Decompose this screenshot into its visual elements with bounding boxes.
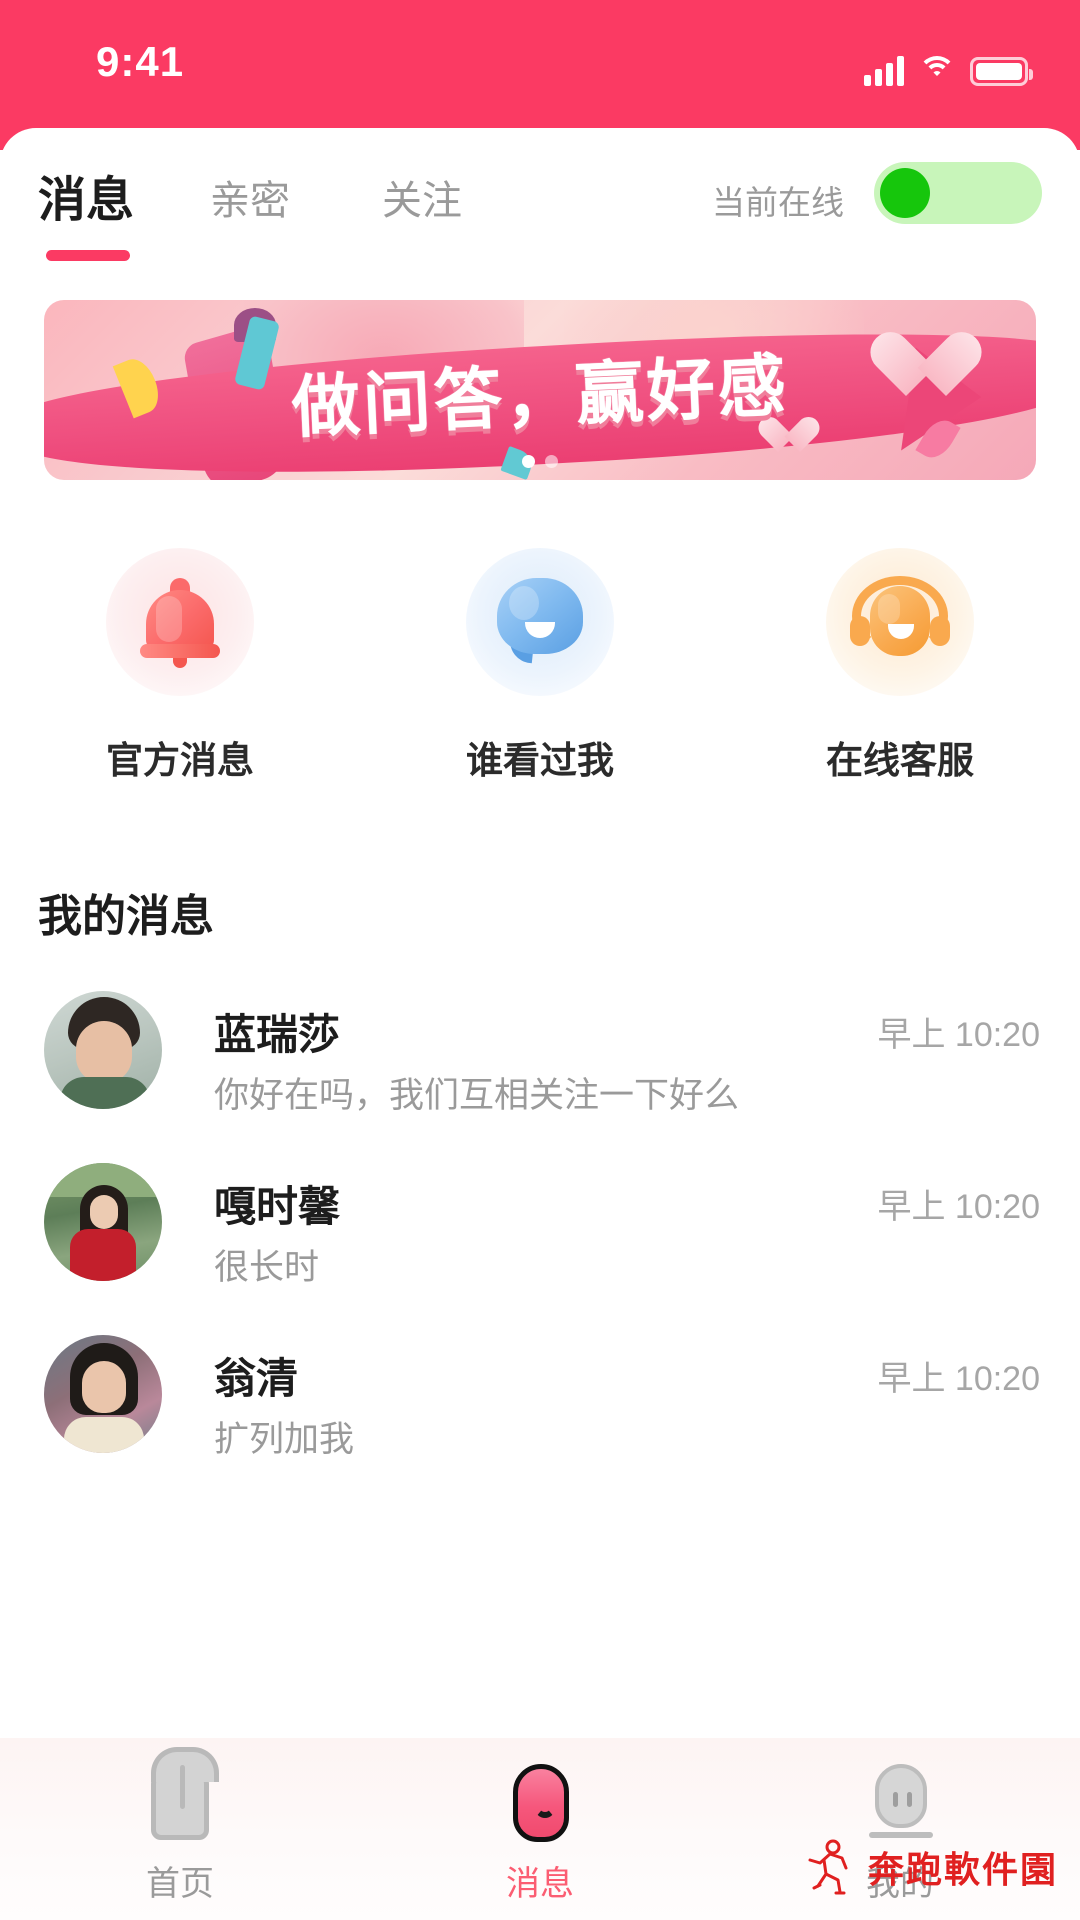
avatar[interactable] — [44, 1163, 162, 1281]
quick-entry-label: 谁看过我 — [466, 740, 614, 781]
battery-icon — [970, 57, 1033, 86]
list-item[interactable]: 嘎时馨 很长时 早上 10:20 — [0, 1147, 1080, 1319]
watermark: 奔跑軟件園 — [800, 1838, 1058, 1896]
quick-entry-label: 官方消息 — [106, 740, 254, 781]
quick-entry-row: 官方消息 谁看过我 在线客服 — [0, 548, 1080, 781]
page-title: 我的消息 — [38, 892, 214, 941]
banner-dot-active[interactable] — [522, 455, 535, 468]
chat-bubble-icon — [466, 548, 614, 696]
bell-icon — [106, 548, 254, 696]
message-list: 蓝瑞莎 你好在吗，我们互相关注一下好么 早上 10:20 嘎时馨 很长时 早上 … — [0, 975, 1080, 1491]
tab-following[interactable]: 关注 — [382, 168, 462, 226]
online-toggle-label: 当前在线 — [712, 184, 844, 221]
message-icon — [497, 1762, 583, 1848]
message-preview: 很长时 — [214, 1248, 320, 1287]
running-person-icon — [808, 1839, 848, 1895]
status-icons — [864, 42, 1033, 86]
tab-messages[interactable]: 消息 — [38, 160, 134, 230]
message-sender-name: 嘎时馨 — [214, 1183, 341, 1230]
headset-support-icon — [826, 548, 974, 696]
message-time: 早上 10:20 — [877, 1360, 1040, 1398]
banner-dot[interactable] — [545, 455, 558, 468]
list-item[interactable]: 翁清 扩列加我 早上 10:20 — [0, 1319, 1080, 1491]
profile-icon — [857, 1762, 943, 1848]
promo-banner[interactable]: 做问答，赢好感 — [44, 300, 1036, 480]
message-time: 早上 10:20 — [877, 1188, 1040, 1226]
tab-intimate[interactable]: 亲密 — [210, 168, 290, 226]
nav-item-home[interactable]: 首页 — [0, 1747, 360, 1905]
message-sender-name: 翁清 — [214, 1355, 299, 1402]
online-toggle-switch[interactable] — [874, 162, 1042, 224]
quick-entry-who-viewed-me[interactable]: 谁看过我 — [420, 548, 660, 784]
message-sender-name: 蓝瑞莎 — [214, 1011, 341, 1058]
quick-entry-official-messages[interactable]: 官方消息 — [60, 548, 300, 784]
tab-bar: 消息 亲密 关注 当前在线 — [0, 150, 1080, 261]
list-item[interactable]: 蓝瑞莎 你好在吗，我们互相关注一下好么 早上 10:20 — [0, 975, 1080, 1147]
banner-pagination-dots — [44, 455, 1036, 468]
message-time: 早上 10:20 — [877, 1016, 1040, 1054]
cellular-signal-icon — [864, 54, 904, 86]
wifi-icon — [918, 56, 956, 86]
message-preview: 扩列加我 — [214, 1420, 355, 1459]
toggle-knob — [880, 168, 930, 218]
phone-screen: 9:41 消息 亲密 关注 当前在线 做问答，赢好感 官方消息 谁看过我 在线客… — [0, 0, 1080, 1920]
avatar[interactable] — [44, 1335, 162, 1453]
quick-entry-label: 在线客服 — [826, 740, 974, 781]
banner-title: 做问答，赢好感 — [290, 346, 791, 448]
avatar[interactable] — [44, 991, 162, 1109]
watermark-text: 奔跑軟件園 — [867, 1849, 1058, 1890]
home-icon — [137, 1747, 223, 1848]
message-preview: 你好在吗，我们互相关注一下好么 — [214, 1076, 740, 1115]
status-time: 9:41 — [96, 38, 185, 85]
quick-entry-online-support[interactable]: 在线客服 — [780, 548, 1020, 784]
bottom-navigation-bar: 首页 消息 我的 奔跑軟件園 — [0, 1738, 1080, 1920]
nav-item-messages[interactable]: 消息 — [360, 1762, 720, 1905]
nav-label: 消息 — [506, 1865, 574, 1903]
active-tab-indicator — [46, 250, 130, 261]
nav-label: 首页 — [146, 1865, 214, 1903]
